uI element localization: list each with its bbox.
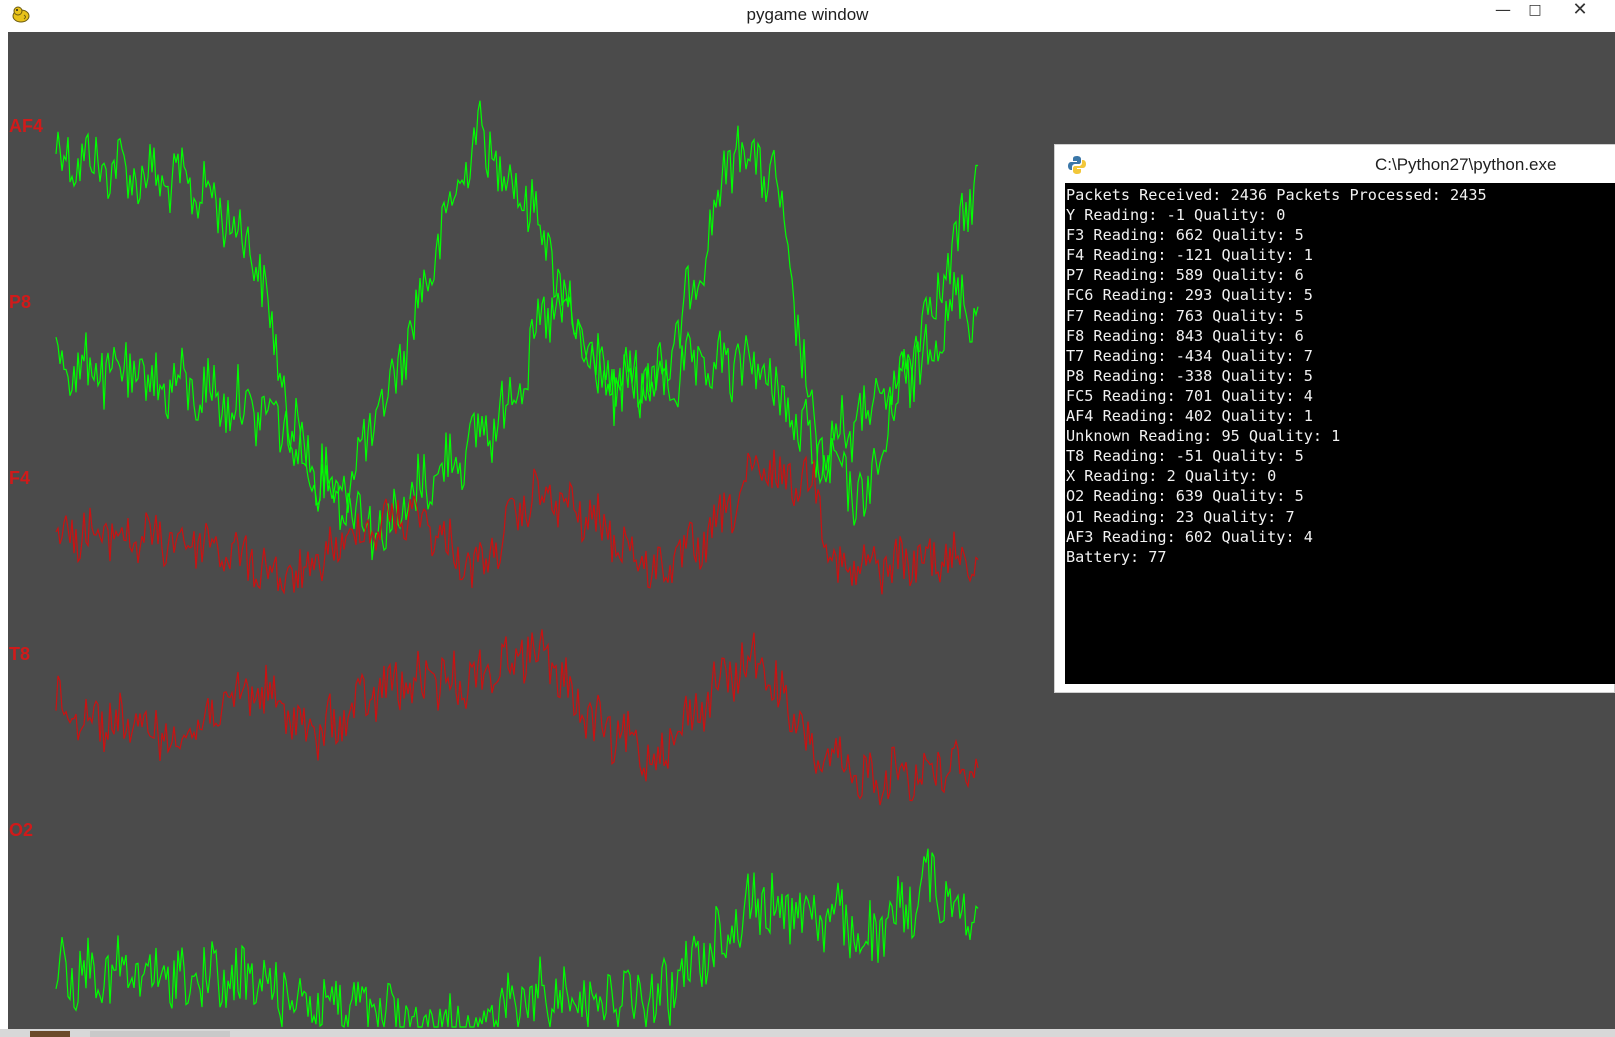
channel-label-t8: T8 [9, 644, 31, 664]
console-line: F4 Reading: -121 Quality: 1 [1066, 246, 1313, 265]
window-title: pygame window [746, 5, 869, 24]
eeg-trace-o2 [55, 848, 979, 1029]
python-icon [1068, 156, 1086, 174]
taskbar-item[interactable] [90, 1031, 230, 1037]
taskbar-item[interactable] [30, 1031, 70, 1037]
channel-label-af4: AF4 [9, 116, 44, 136]
channel-label-p8: P8 [9, 292, 32, 312]
eeg-trace-f4 [55, 449, 979, 595]
console-line: P7 Reading: 589 Quality: 6 [1066, 266, 1304, 285]
console-line: F8 Reading: 843 Quality: 6 [1066, 326, 1304, 345]
console-line: AF4 Reading: 402 Quality: 1 [1066, 407, 1313, 426]
console-output[interactable]: Packets Received: 2436 Packets Processed… [1065, 183, 1615, 684]
window-left-border [0, 31, 8, 1037]
console-line: AF3 Reading: 602 Quality: 4 [1066, 527, 1313, 546]
console-titlebar[interactable]: C:\Python27\python.exe [1055, 145, 1615, 183]
channel-label-o2: O2 [9, 820, 34, 840]
eeg-trace-p8 [55, 271, 979, 561]
console-line: Packets Received: 2436 Packets Processed… [1066, 186, 1487, 204]
maximize-icon[interactable]: □ [1520, 0, 1550, 22]
console-line: P8 Reading: -338 Quality: 5 [1066, 366, 1313, 385]
console-line: Battery: 77 [1066, 547, 1167, 566]
eeg-trace-t8 [55, 629, 979, 806]
close-icon[interactable]: ✕ [1565, 0, 1595, 22]
console-lines: Packets Received: 2436 Packets Processed… [1065, 183, 1615, 567]
console-line: O1 Reading: 23 Quality: 7 [1066, 507, 1295, 526]
console-line: T7 Reading: -434 Quality: 7 [1066, 346, 1313, 365]
console-line: T8 Reading: -51 Quality: 5 [1066, 447, 1304, 466]
minimize-icon[interactable]: — [1488, 0, 1518, 22]
eeg-trace-af4 [55, 100, 979, 526]
console-title: C:\Python27\python.exe [1375, 155, 1557, 174]
channel-label-f4: F4 [9, 468, 31, 488]
console-line: O2 Reading: 639 Quality: 5 [1066, 487, 1304, 506]
main-titlebar[interactable]: pygame window — □ ✕ [0, 0, 1615, 31]
console-line: F7 Reading: 763 Quality: 5 [1066, 306, 1304, 325]
taskbar-strip [0, 1029, 1615, 1037]
console-line: F3 Reading: 662 Quality: 5 [1066, 226, 1304, 245]
console-line: FC5 Reading: 701 Quality: 4 [1066, 386, 1313, 405]
console-line: Y Reading: -1 Quality: 0 [1066, 206, 1286, 225]
console-line: X Reading: 2 Quality: 0 [1066, 467, 1277, 486]
console-window[interactable]: C:\Python27\python.exe Packets Received:… [1054, 144, 1615, 693]
console-line: Unknown Reading: 95 Quality: 1 [1066, 427, 1341, 446]
console-line: FC6 Reading: 293 Quality: 5 [1066, 286, 1313, 305]
